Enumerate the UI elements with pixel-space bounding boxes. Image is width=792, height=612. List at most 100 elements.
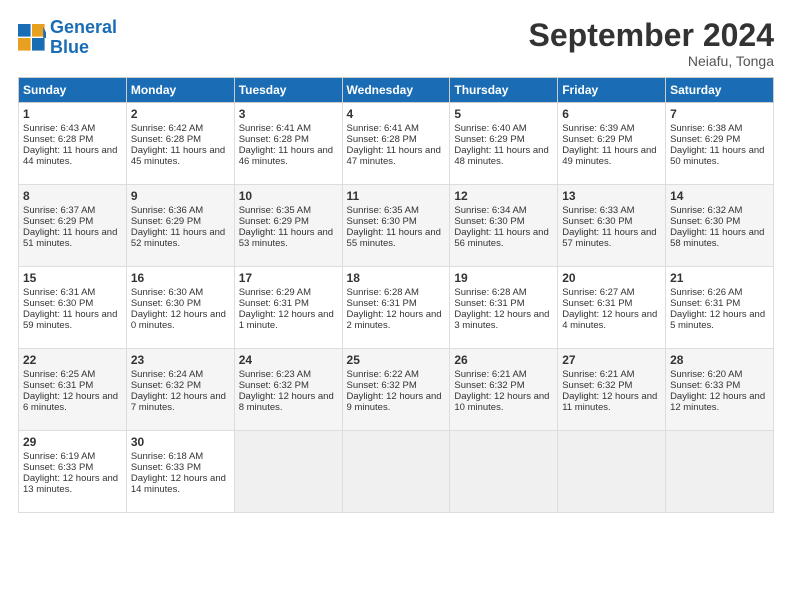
- day-number: 30: [131, 435, 230, 449]
- week-row-1: 1 Sunrise: 6:43 AM Sunset: 6:28 PM Dayli…: [19, 103, 774, 185]
- sunrise: Sunrise: 6:35 AM: [347, 205, 419, 216]
- col-monday: Monday: [126, 78, 234, 103]
- logo-icon: [18, 24, 46, 52]
- day-cell: [450, 431, 558, 513]
- logo-text: GeneralBlue: [50, 18, 117, 58]
- sunrise: Sunrise: 6:18 AM: [131, 451, 203, 462]
- col-friday: Friday: [558, 78, 666, 103]
- sunrise: Sunrise: 6:20 AM: [670, 369, 742, 380]
- col-thursday: Thursday: [450, 78, 558, 103]
- daylight: Daylight: 11 hours and 49 minutes.: [562, 145, 656, 167]
- sunrise: Sunrise: 6:28 AM: [454, 287, 526, 298]
- daylight: Daylight: 12 hours and 13 minutes.: [23, 473, 118, 495]
- sunrise: Sunrise: 6:31 AM: [23, 287, 95, 298]
- header-row: Sunday Monday Tuesday Wednesday Thursday…: [19, 78, 774, 103]
- sunrise: Sunrise: 6:41 AM: [347, 123, 419, 134]
- daylight: Daylight: 12 hours and 5 minutes.: [670, 309, 765, 331]
- sunset: Sunset: 6:30 PM: [670, 216, 740, 227]
- day-number: 5: [454, 107, 553, 121]
- col-saturday: Saturday: [666, 78, 774, 103]
- col-wednesday: Wednesday: [342, 78, 450, 103]
- day-number: 9: [131, 189, 230, 203]
- day-cell: 15 Sunrise: 6:31 AM Sunset: 6:30 PM Dayl…: [19, 267, 127, 349]
- sunset: Sunset: 6:29 PM: [454, 134, 524, 145]
- sunset: Sunset: 6:31 PM: [454, 298, 524, 309]
- day-number: 13: [562, 189, 661, 203]
- sunrise: Sunrise: 6:36 AM: [131, 205, 203, 216]
- col-tuesday: Tuesday: [234, 78, 342, 103]
- day-number: 14: [670, 189, 769, 203]
- sunrise: Sunrise: 6:29 AM: [239, 287, 311, 298]
- daylight: Daylight: 12 hours and 4 minutes.: [562, 309, 657, 331]
- sunset: Sunset: 6:28 PM: [239, 134, 309, 145]
- sunrise: Sunrise: 6:26 AM: [670, 287, 742, 298]
- sunrise: Sunrise: 6:21 AM: [562, 369, 634, 380]
- day-cell: 30 Sunrise: 6:18 AM Sunset: 6:33 PM Dayl…: [126, 431, 234, 513]
- day-cell: [234, 431, 342, 513]
- daylight: Daylight: 12 hours and 0 minutes.: [131, 309, 226, 331]
- day-number: 28: [670, 353, 769, 367]
- title-block: September 2024 Neiafu, Tonga: [529, 18, 774, 69]
- day-cell: 20 Sunrise: 6:27 AM Sunset: 6:31 PM Dayl…: [558, 267, 666, 349]
- sunset: Sunset: 6:32 PM: [131, 380, 201, 391]
- location: Neiafu, Tonga: [529, 53, 774, 69]
- day-number: 23: [131, 353, 230, 367]
- day-cell: [342, 431, 450, 513]
- day-cell: 26 Sunrise: 6:21 AM Sunset: 6:32 PM Dayl…: [450, 349, 558, 431]
- daylight: Daylight: 11 hours and 47 minutes.: [347, 145, 441, 167]
- day-number: 25: [347, 353, 446, 367]
- day-cell: 6 Sunrise: 6:39 AM Sunset: 6:29 PM Dayli…: [558, 103, 666, 185]
- daylight: Daylight: 11 hours and 51 minutes.: [23, 227, 117, 249]
- daylight: Daylight: 11 hours and 56 minutes.: [454, 227, 548, 249]
- sunset: Sunset: 6:29 PM: [131, 216, 201, 227]
- day-number: 6: [562, 107, 661, 121]
- daylight: Daylight: 12 hours and 10 minutes.: [454, 391, 549, 413]
- day-number: 4: [347, 107, 446, 121]
- daylight: Daylight: 12 hours and 12 minutes.: [670, 391, 765, 413]
- day-number: 19: [454, 271, 553, 285]
- day-number: 1: [23, 107, 122, 121]
- day-cell: 19 Sunrise: 6:28 AM Sunset: 6:31 PM Dayl…: [450, 267, 558, 349]
- day-cell: 1 Sunrise: 6:43 AM Sunset: 6:28 PM Dayli…: [19, 103, 127, 185]
- day-cell: 3 Sunrise: 6:41 AM Sunset: 6:28 PM Dayli…: [234, 103, 342, 185]
- sunset: Sunset: 6:31 PM: [562, 298, 632, 309]
- day-cell: 18 Sunrise: 6:28 AM Sunset: 6:31 PM Dayl…: [342, 267, 450, 349]
- daylight: Daylight: 12 hours and 11 minutes.: [562, 391, 657, 413]
- month-title: September 2024: [529, 18, 774, 53]
- day-number: 27: [562, 353, 661, 367]
- day-number: 15: [23, 271, 122, 285]
- day-number: 11: [347, 189, 446, 203]
- col-sunday: Sunday: [19, 78, 127, 103]
- sunrise: Sunrise: 6:21 AM: [454, 369, 526, 380]
- daylight: Daylight: 11 hours and 58 minutes.: [670, 227, 764, 249]
- day-number: 7: [670, 107, 769, 121]
- sunset: Sunset: 6:29 PM: [23, 216, 93, 227]
- sunrise: Sunrise: 6:35 AM: [239, 205, 311, 216]
- day-number: 18: [347, 271, 446, 285]
- day-cell: 7 Sunrise: 6:38 AM Sunset: 6:29 PM Dayli…: [666, 103, 774, 185]
- sunset: Sunset: 6:31 PM: [23, 380, 93, 391]
- week-row-5: 29 Sunrise: 6:19 AM Sunset: 6:33 PM Dayl…: [19, 431, 774, 513]
- day-cell: 24 Sunrise: 6:23 AM Sunset: 6:32 PM Dayl…: [234, 349, 342, 431]
- daylight: Daylight: 12 hours and 1 minute.: [239, 309, 334, 331]
- day-number: 8: [23, 189, 122, 203]
- sunset: Sunset: 6:30 PM: [562, 216, 632, 227]
- sunrise: Sunrise: 6:23 AM: [239, 369, 311, 380]
- sunrise: Sunrise: 6:22 AM: [347, 369, 419, 380]
- sunrise: Sunrise: 6:33 AM: [562, 205, 634, 216]
- day-number: 17: [239, 271, 338, 285]
- daylight: Daylight: 11 hours and 50 minutes.: [670, 145, 764, 167]
- day-cell: 10 Sunrise: 6:35 AM Sunset: 6:29 PM Dayl…: [234, 185, 342, 267]
- day-cell: [558, 431, 666, 513]
- sunrise: Sunrise: 6:24 AM: [131, 369, 203, 380]
- day-cell: 13 Sunrise: 6:33 AM Sunset: 6:30 PM Dayl…: [558, 185, 666, 267]
- daylight: Daylight: 11 hours and 44 minutes.: [23, 145, 117, 167]
- logo: GeneralBlue: [18, 18, 117, 58]
- day-number: 3: [239, 107, 338, 121]
- sunset: Sunset: 6:30 PM: [131, 298, 201, 309]
- sunset: Sunset: 6:29 PM: [562, 134, 632, 145]
- header: GeneralBlue September 2024 Neiafu, Tonga: [18, 18, 774, 69]
- sunset: Sunset: 6:29 PM: [670, 134, 740, 145]
- sunrise: Sunrise: 6:28 AM: [347, 287, 419, 298]
- day-cell: 29 Sunrise: 6:19 AM Sunset: 6:33 PM Dayl…: [19, 431, 127, 513]
